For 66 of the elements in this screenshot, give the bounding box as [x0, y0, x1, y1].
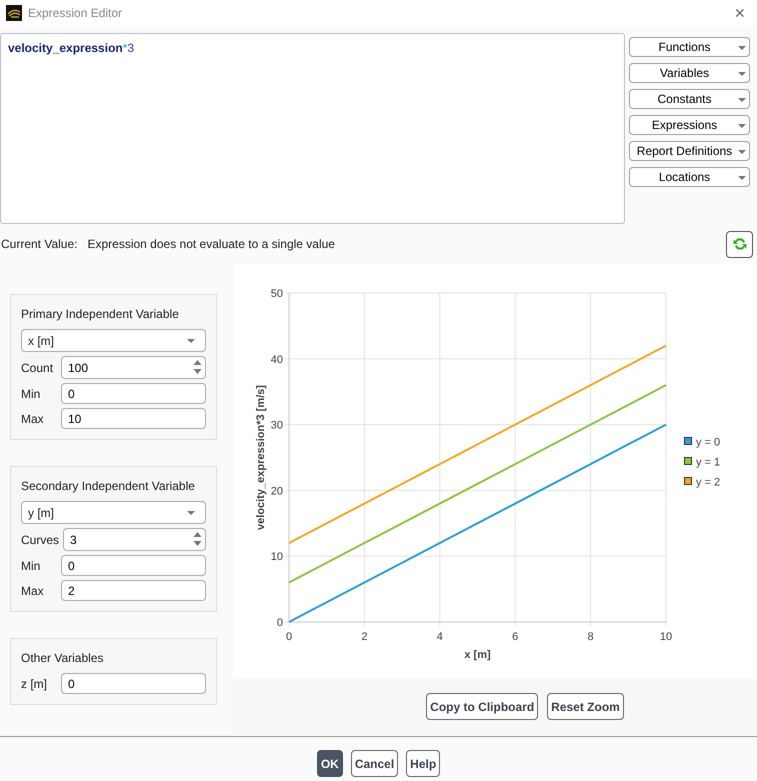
- y-tick-label: 0: [276, 617, 283, 629]
- caret-icon: [738, 72, 746, 76]
- ok-button[interactable]: OK: [316, 750, 343, 777]
- legend-label: y = 1: [696, 456, 720, 468]
- menu-dropdown[interactable]: Constants: [629, 89, 750, 109]
- caret-icon: [187, 339, 195, 343]
- x-tick-label: 0: [286, 631, 292, 643]
- field-label: Min: [21, 386, 42, 402]
- field-label: Curves: [21, 532, 60, 548]
- variable-select[interactable]: x [m]: [21, 329, 206, 352]
- current-value-text: Expression does not evaluate to a single value: [87, 236, 335, 253]
- panel-title: Secondary Independent Variable: [21, 478, 196, 495]
- legend-label: y = 0: [696, 436, 720, 448]
- y-tick-label: 30: [270, 420, 283, 432]
- panel-title: Other Variables: [21, 650, 104, 667]
- field-label: Min: [21, 558, 42, 574]
- input-field[interactable]: 2: [61, 580, 206, 601]
- menu-dropdown[interactable]: Expressions: [629, 115, 750, 135]
- caret-icon: [738, 46, 746, 50]
- x-tick-label: 8: [588, 631, 594, 643]
- x-axis-label: x [m]: [464, 649, 491, 661]
- window-title: Expression Editor: [28, 4, 122, 22]
- x-tick-label: 2: [361, 631, 368, 643]
- spin-field[interactable]: 100: [61, 356, 206, 379]
- chart-button[interactable]: Reset Zoom: [547, 693, 624, 720]
- menu-dropdown[interactable]: Locations: [629, 167, 750, 187]
- caret-icon: [187, 511, 195, 515]
- refresh-icon: [732, 236, 748, 252]
- y-tick-label: 20: [270, 485, 283, 498]
- y-tick-label: 50: [270, 288, 283, 300]
- y-tick-label: 40: [270, 354, 283, 366]
- input-field[interactable]: 0: [61, 555, 206, 576]
- dialog-button[interactable]: Cancel: [350, 750, 398, 777]
- caret-icon: [738, 124, 746, 128]
- dialog-button[interactable]: Help: [406, 750, 440, 777]
- input-field[interactable]: 0: [61, 383, 206, 404]
- field-label: Max: [21, 582, 45, 600]
- menu-dropdown[interactable]: Report Definitions: [629, 141, 750, 161]
- spin-field[interactable]: 3: [63, 528, 206, 551]
- field-label: z [m]: [21, 676, 48, 692]
- spinner-arrows-icon[interactable]: [193, 531, 202, 547]
- spinner-arrows-icon[interactable]: [193, 359, 202, 375]
- caret-icon: [738, 150, 746, 154]
- input-field[interactable]: 10: [61, 408, 206, 429]
- x-tick-label: 6: [512, 631, 518, 643]
- input-field[interactable]: 0: [61, 673, 206, 694]
- caret-icon: [738, 176, 746, 180]
- legend-label: y = 2: [696, 476, 720, 488]
- current-value-label: Current Value:: [1, 236, 78, 253]
- field-label: Max: [21, 410, 45, 428]
- field-label: Count: [21, 360, 54, 376]
- y-tick-label: 10: [270, 551, 283, 564]
- expression-editor[interactable]: velocity_expression*3: [0, 33, 625, 224]
- chart-button[interactable]: Copy to Clipboard: [426, 693, 538, 720]
- close-button[interactable]: ×: [728, 4, 751, 22]
- menu-dropdown[interactable]: Variables: [629, 63, 750, 83]
- expression-text: velocity_expression*3: [8, 41, 134, 55]
- x-tick-label: 10: [660, 631, 672, 643]
- y-axis-label: velocity_expression*3 [m/s]: [255, 385, 267, 530]
- panel-title: Primary Independent Variable: [21, 306, 180, 323]
- refresh-button[interactable]: [726, 230, 753, 258]
- caret-icon: [738, 98, 746, 102]
- app-logo-icon: [6, 4, 22, 20]
- x-tick-label: 4: [436, 631, 443, 643]
- menu-dropdown[interactable]: Functions: [629, 37, 750, 57]
- variable-select[interactable]: y [m]: [21, 501, 206, 524]
